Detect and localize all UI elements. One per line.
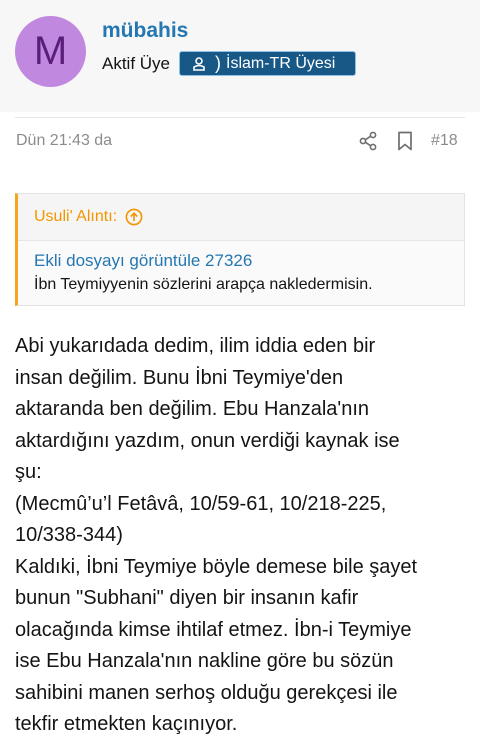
banner-separator: ) — [215, 53, 221, 73]
message-body: Abi yukarıdada dedim, ilim iddia eden bi… — [15, 331, 470, 741]
message-line: insan değilim. Bunu İbni Teymiye'den — [15, 366, 344, 389]
user-header: M mübahis Aktif Üye ) İslam-TR Üyesi — [0, 0, 480, 112]
share-icon[interactable] — [358, 131, 378, 151]
message-line: sahibini manen serhoş olduğu gerekçesi i… — [15, 681, 398, 704]
post-number-link[interactable]: #18 — [431, 132, 458, 150]
message-line: Abi yukarıdada dedim, ilim iddia eden bi… — [15, 335, 376, 357]
message-line: 10/338-344) — [15, 524, 123, 546]
message-line: aktaranda ben değilim. Ebu Hanzala'nın — [15, 398, 370, 420]
quote-text: İbn Teymiyyenin sözlerini arapça naklede… — [34, 276, 373, 293]
message-line: Kaldıki, İbni Teymiye böyle demese bile … — [15, 555, 418, 578]
username-link[interactable]: mübahis — [102, 19, 188, 43]
avatar[interactable]: M — [15, 16, 86, 87]
user-banner: ) İslam-TR Üyesi — [179, 51, 356, 76]
message-line: aktardığını yazdım, onun verdiği kaynak … — [15, 429, 400, 452]
message-line: bunun "Subhani" diyen bir insanın kafir — [15, 587, 359, 609]
banner-label: İslam-TR Üyesi — [226, 54, 336, 72]
attachment-link[interactable]: Ekli dosyayı görüntüle 27326 — [34, 249, 464, 273]
message-line: tekfir etmekten kaçınıyor. — [15, 713, 238, 735]
quote-body: Ekli dosyayı görüntüle 27326 İbn Teymiyy… — [18, 241, 464, 305]
quote-block: Usuli' Alıntı: Ekli dosyayı görüntüle 27… — [15, 193, 465, 306]
message-line: (Mecmû’u’l Fetâvâ, 10/59-61, 10/218-225, — [15, 492, 387, 515]
user-icon — [186, 52, 212, 75]
divider — [15, 117, 465, 118]
user-title: Aktif Üye — [102, 54, 171, 73]
message-line: ise Ebu Hanzala'nın nakline göre bu sözü… — [15, 650, 394, 672]
message-line: olacağında kimse ihtilaf etmez. İbn-i Te… — [15, 618, 412, 641]
arrow-up-circle-icon[interactable] — [125, 208, 143, 226]
post-date[interactable]: Dün 21:43 da — [16, 132, 112, 150]
quote-header[interactable]: Usuli' Alıntı: — [18, 194, 464, 241]
quote-author[interactable]: Usuli' Alıntı: — [34, 208, 117, 226]
message-line: şu: — [15, 461, 42, 483]
bookmark-icon[interactable] — [396, 131, 414, 151]
